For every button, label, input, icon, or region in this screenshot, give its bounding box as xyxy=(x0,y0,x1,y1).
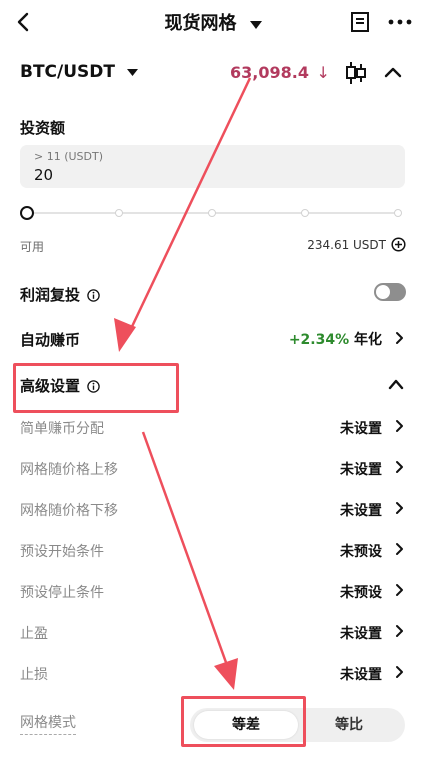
investment-label: 投资额 xyxy=(20,119,66,137)
chevron-right-icon xyxy=(396,502,403,514)
setting-label: 简单赚币分配 xyxy=(20,421,104,437)
investment-slider[interactable] xyxy=(20,203,405,223)
info-icon[interactable] xyxy=(87,289,100,302)
setting-value: 未预设 xyxy=(340,585,382,601)
setting-label: 预设停止条件 xyxy=(20,585,104,601)
auto-earn-suffix: 年化 xyxy=(349,332,382,348)
setting-value: 未设置 xyxy=(340,462,382,478)
chart-button[interactable] xyxy=(345,61,367,89)
setting-label: 止盈 xyxy=(20,626,48,642)
info-icon[interactable] xyxy=(87,380,100,393)
grid-mode-arithmetic-option[interactable]: 等差 xyxy=(194,711,298,739)
grid-mode-label: 网格模式 xyxy=(20,712,76,735)
auto-earn-label: 自动赚币 xyxy=(20,331,81,349)
chevron-right-icon xyxy=(396,332,403,344)
auto-earn-row[interactable]: 自动赚币 +2.34% 年化 xyxy=(20,326,406,352)
setting-value: 未设置 xyxy=(340,626,382,642)
add-funds-button[interactable] xyxy=(391,237,406,255)
auto-earn-apr: +2.34% 年化 xyxy=(289,329,382,349)
chevron-right-icon xyxy=(396,625,403,637)
profit-reinvest-row: 利润复投 xyxy=(20,281,406,307)
caret-down-icon xyxy=(249,20,262,29)
collapse-pair-button[interactable] xyxy=(384,64,402,83)
advanced-settings-label: 高级设置 xyxy=(20,375,100,396)
investment-input[interactable]: > 11 (USDT) 20 xyxy=(20,145,405,188)
pair-name: BTC/USDT xyxy=(20,62,115,82)
investment-value: 20 xyxy=(34,166,54,184)
slider-stop[interactable] xyxy=(115,209,123,217)
slider-stop[interactable] xyxy=(394,209,402,217)
advanced-settings-text: 高级设置 xyxy=(20,377,81,395)
setting-value: 未设置 xyxy=(340,667,382,683)
slider-handle[interactable] xyxy=(20,206,34,220)
caret-down-icon xyxy=(126,68,138,76)
profit-reinvest-label: 利润复投 xyxy=(20,284,100,305)
more-button[interactable] xyxy=(388,11,412,37)
top-nav-bar: 现货网格 xyxy=(0,0,426,44)
advanced-settings-row[interactable]: 高级设置 xyxy=(20,372,406,398)
setting-row-simple-earn[interactable]: 简单赚币分配 未设置 xyxy=(20,415,406,439)
setting-row-stop-loss[interactable]: 止损 未设置 xyxy=(20,661,406,685)
investment-hint: > 11 (USDT) xyxy=(34,150,104,163)
setting-value: 未设置 xyxy=(340,503,382,519)
add-circle-icon xyxy=(391,237,406,252)
chevron-right-icon xyxy=(396,584,403,596)
page-title: 现货网格 xyxy=(164,13,237,34)
grid-mode-geometric-option[interactable]: 等比 xyxy=(297,711,401,739)
grid-mode-segmented-control[interactable]: 等差 等比 xyxy=(190,708,405,742)
available-balance-row: 可用 234.61 USDT xyxy=(20,236,406,256)
setting-label: 网格随价格上移 xyxy=(20,462,118,478)
setting-row-trailing-down[interactable]: 网格随价格下移 未设置 xyxy=(20,497,406,521)
setting-label: 预设开始条件 xyxy=(20,544,104,560)
setting-value: 未预设 xyxy=(340,544,382,560)
document-button[interactable] xyxy=(350,11,370,37)
candlestick-icon xyxy=(346,62,366,84)
profit-reinvest-text: 利润复投 xyxy=(20,286,81,304)
auto-earn-rate: +2.34% xyxy=(288,332,350,348)
chevron-right-icon xyxy=(396,420,403,432)
setting-row-trailing-up[interactable]: 网格随价格上移 未设置 xyxy=(20,456,406,480)
profit-reinvest-toggle[interactable] xyxy=(374,283,406,301)
document-icon xyxy=(351,12,369,32)
setting-label: 止损 xyxy=(20,667,48,683)
available-value: 234.61 USDT xyxy=(307,238,386,252)
price-value: 63,098.4 xyxy=(230,63,309,82)
chevron-up-icon xyxy=(384,67,402,78)
chevron-right-icon xyxy=(396,666,403,678)
chevron-up-icon xyxy=(388,379,404,390)
pair-selector[interactable]: BTC/USDT xyxy=(20,62,138,82)
setting-label: 网格随价格下移 xyxy=(20,503,118,519)
price-down-arrow: ↓ xyxy=(316,63,330,82)
grid-mode-row: 网格模式 等差 等比 xyxy=(20,708,406,742)
setting-row-take-profit[interactable]: 止盈 未设置 xyxy=(20,620,406,644)
pair-row: BTC/USDT 63,098.4 ↓ xyxy=(20,58,406,88)
more-dots-icon xyxy=(388,19,412,25)
toggle-knob xyxy=(376,285,390,299)
setting-row-start-condition[interactable]: 预设开始条件 未预设 xyxy=(20,538,406,562)
chevron-right-icon xyxy=(396,461,403,473)
setting-value: 未设置 xyxy=(340,421,382,437)
available-label: 可用 xyxy=(20,240,45,254)
slider-stop[interactable] xyxy=(208,209,216,217)
setting-row-stop-condition[interactable]: 预设停止条件 未预设 xyxy=(20,579,406,603)
chevron-right-icon xyxy=(396,543,403,555)
slider-stop[interactable] xyxy=(301,209,309,217)
last-price: 63,098.4 ↓ xyxy=(230,63,330,82)
